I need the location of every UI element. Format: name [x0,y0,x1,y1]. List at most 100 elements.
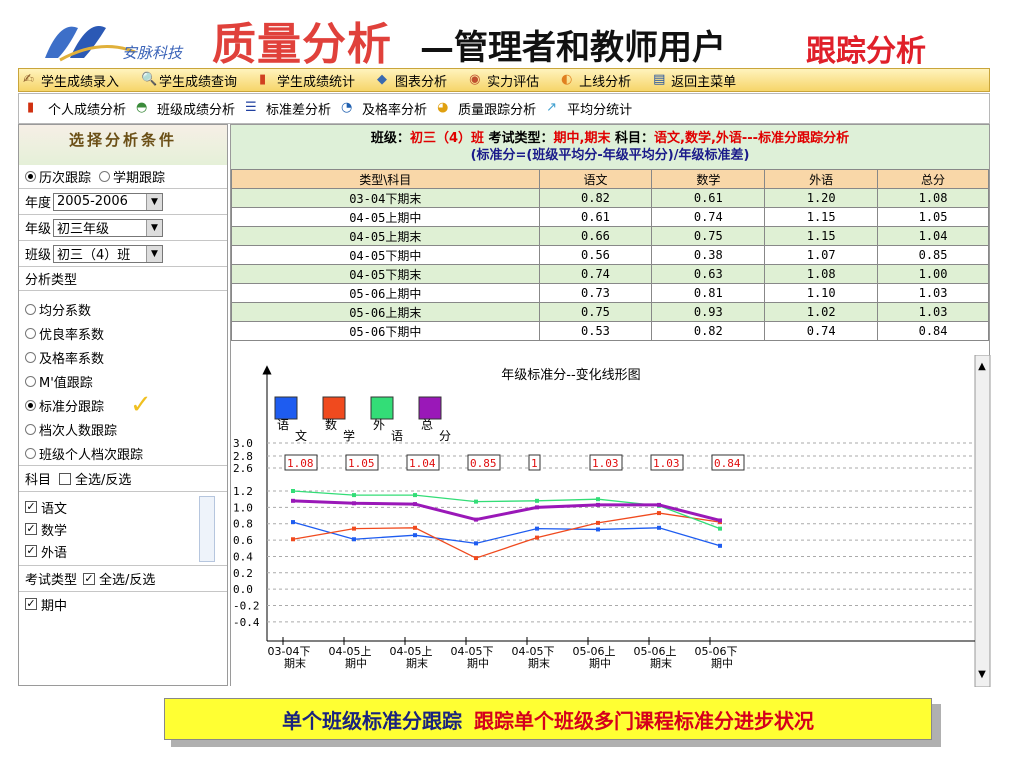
subject-select-all-label: 全选/反选 [75,473,132,488]
data-point [291,498,295,503]
grade-select[interactable]: 初三年级 ▼ [53,218,163,237]
legend-label: 数 [325,417,337,432]
menu-item-2[interactable]: ▮ 学生成绩统计 [259,71,355,90]
class-select[interactable]: 初三（4）班 ▼ [53,244,163,263]
analysis-option[interactable]: 班级个人档次跟踪 [19,441,227,465]
analysis-label: 班级个人档次跟踪 [39,447,144,463]
table-cell: 04-05上期末 [231,226,540,246]
grade-row: 年级 初三年级 ▼ [19,215,227,241]
grade-label: 年级 [25,222,52,237]
grade-value: 初三年级 [57,222,110,237]
tool-label: 个人成绩分析 [48,103,127,118]
table-cell: 1.04 [877,226,989,246]
exam-type-header: 考试类型 ✓ 全选/反选 [19,566,227,592]
chart-scrollbar[interactable] [974,355,991,687]
x-tick-label: 期中 [345,657,367,670]
legend-swatch [322,396,346,420]
menu-item-0[interactable]: ✍ 学生成绩录入 [23,71,119,90]
analysis-option[interactable]: 标准分跟踪 ✓ [19,392,227,418]
subject-label: 数学 [41,523,68,539]
analysis-radio[interactable] [25,351,36,363]
year-select[interactable]: 2005-2006 ▼ [53,192,163,211]
table-cell: 1.15 [764,207,879,227]
info-label: 考试类型： [483,131,554,146]
class-row: 班级 初三（4）班 ▼ [19,241,227,267]
table-cell: 0.61 [651,188,766,208]
x-tick-label: 期末 [528,656,550,670]
subject-option[interactable]: ✓ 外语 [19,540,227,562]
data-label: 1.03 [589,454,623,471]
info-class: 初三（4）班 [409,131,484,146]
table-cell: 05-06上期末 [231,302,540,322]
analysis-option[interactable]: 优良率系数 [19,321,227,345]
analysis-label: 标准分跟踪 [39,399,105,415]
svg-text:1: 1 [531,457,538,470]
table-cell: 0.85 [877,245,989,265]
subject-checkbox[interactable]: ✓ [25,545,37,557]
menu-label: 学生成绩统计 [277,74,356,90]
subject-scrollbar[interactable] [199,496,215,562]
subject-checkbox[interactable]: ✓ [25,501,37,513]
radio-all-tracks[interactable] [25,171,36,182]
subject-option[interactable]: ✓ 数学 [19,518,227,540]
exam-option[interactable]: ✓ 期中 [19,592,227,616]
x-tick-label: 期中 [711,657,733,670]
analysis-option[interactable]: M'值跟踪 [19,369,227,393]
y-tick-label: 2.6 [233,462,253,475]
menu-item-4[interactable]: ◉ 实力评估 [469,71,539,90]
analysis-option[interactable]: 及格率系数 [19,345,227,369]
data-label: 1.03 [650,454,684,471]
menu-item-1[interactable]: 🔍 学生成绩查询 [141,71,237,90]
analysis-radio[interactable] [25,423,36,435]
analysis-info: 班级：初三（4）班 考试类型：期中,期末 科目：语文,数学,外语---标准分跟踪… [231,125,989,169]
table-cell: 1.15 [764,226,879,246]
subject-select-all-checkbox[interactable] [59,472,72,485]
tool-item-5[interactable]: ↗ 平均分统计 [546,99,632,118]
analysis-label: 档次人数跟踪 [39,423,118,439]
y-tick-label: 0.2 [233,567,253,580]
radio-term-tracks[interactable] [99,171,111,182]
table-cell: 0.93 [651,302,766,322]
scroll-down-icon[interactable]: ▼ [978,669,986,680]
analysis-radio[interactable] [25,375,36,387]
tool-item-4[interactable]: ◕ 质量跟踪分析 [437,99,536,118]
tool-item-0[interactable]: ▮ 个人成绩分析 [27,99,126,118]
table-cell: 0.53 [538,321,653,341]
subject-list: ✓ 语文 ✓ 数学 ✓ 外语 [19,492,227,566]
table-cell: 0.75 [651,226,766,246]
subject-checkbox[interactable]: ✓ [25,523,37,535]
analysis-radio[interactable] [25,399,36,411]
menu-item-6[interactable]: ▤ 返回主菜单 [653,71,736,90]
data-point [718,526,722,531]
tool-label: 班级成绩分析 [157,103,236,118]
subject-option[interactable]: ✓ 语文 [19,496,227,518]
data-point [413,525,417,530]
tool-item-1[interactable]: ◓ 班级成绩分析 [136,99,235,118]
y-tick-label: 0.4 [233,550,253,563]
menu-label: 学生成绩录入 [41,74,120,90]
analysis-radio[interactable] [25,447,36,459]
menu-label: 学生成绩查询 [159,74,238,90]
exam-select-all-checkbox[interactable]: ✓ [83,572,96,585]
table-cell: 03-04下期末 [231,188,540,208]
menu-item-5[interactable]: ◐ 上线分析 [561,71,631,90]
tool-item-3[interactable]: ◔ 及格率分析 [341,99,427,118]
exam-checkbox[interactable]: ✓ [25,598,37,610]
analysis-option[interactable]: 均分系数 [19,297,227,321]
data-point [474,517,478,522]
legend-label: 学 [343,428,355,443]
x-tick-label: 期末 [406,656,428,670]
menu-item-3[interactable]: ◆ 图表分析 [377,71,447,90]
exam-select-all-label: 全选/反选 [99,573,156,588]
analysis-option[interactable]: 档次人数跟踪 [19,417,227,441]
track-option-label: 学期跟踪 [113,171,166,186]
legend-label: 分 [439,429,451,443]
exam-label: 期中 [41,598,68,614]
tool-item-2[interactable]: ☰ 标准差分析 [245,99,331,118]
data-point [596,520,600,525]
class-label: 班级 [25,248,52,263]
scroll-up-icon[interactable]: ▲ [978,361,986,372]
legend-label: 语 [277,418,289,432]
analysis-radio[interactable] [25,327,36,339]
analysis-radio[interactable] [25,303,36,315]
